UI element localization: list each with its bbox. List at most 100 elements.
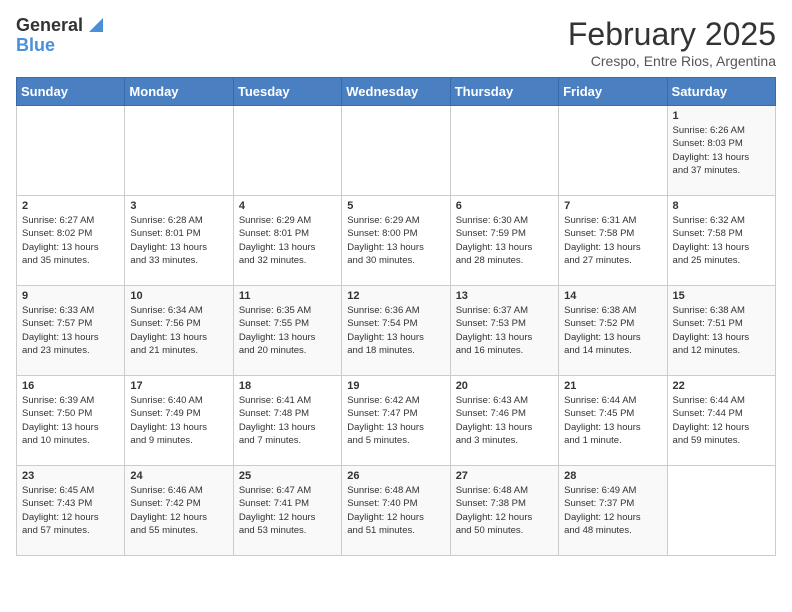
day-number: 9 xyxy=(22,290,119,302)
day-number: 27 xyxy=(456,470,553,482)
header-wednesday: Wednesday xyxy=(342,78,450,106)
day-info: Sunrise: 6:39 AM Sunset: 7:50 PM Dayligh… xyxy=(22,394,119,447)
calendar-subtitle: Crespo, Entre Rios, Argentina xyxy=(568,53,776,69)
day-number: 4 xyxy=(239,200,336,212)
header-sunday: Sunday xyxy=(17,78,125,106)
calendar-cell: 27 Sunrise: 6:48 AM Sunset: 7:38 PM Dayli… xyxy=(450,466,558,556)
day-number: 18 xyxy=(239,380,336,392)
calendar-cell: 17 Sunrise: 6:40 AM Sunset: 7:49 PM Dayli… xyxy=(125,376,233,466)
day-number: 17 xyxy=(130,380,227,392)
day-info: Sunrise: 6:38 AM Sunset: 7:51 PM Dayligh… xyxy=(673,304,770,357)
day-number: 11 xyxy=(239,290,336,302)
calendar-cell xyxy=(342,106,450,196)
day-info: Sunrise: 6:46 AM Sunset: 7:42 PM Dayligh… xyxy=(130,484,227,537)
day-info: Sunrise: 6:34 AM Sunset: 7:56 PM Dayligh… xyxy=(130,304,227,357)
calendar-header-row: SundayMondayTuesdayWednesdayThursdayFrid… xyxy=(17,78,776,106)
day-number: 28 xyxy=(564,470,661,482)
day-info: Sunrise: 6:36 AM Sunset: 7:54 PM Dayligh… xyxy=(347,304,444,357)
calendar-cell: 11Sunrise: 6:35 AM Sunset: 7:55 PM Dayli… xyxy=(233,286,341,376)
calendar-cell xyxy=(450,106,558,196)
header-tuesday: Tuesday xyxy=(233,78,341,106)
calendar-cell: 25Sunrise: 6:47 AM Sunset: 7:41 PM Dayli… xyxy=(233,466,341,556)
header-thursday: Thursday xyxy=(450,78,558,106)
calendar-cell: 8 Sunrise: 6:32 AM Sunset: 7:58 PM Daylig… xyxy=(667,196,775,286)
day-info: Sunrise: 6:33 AM Sunset: 7:57 PM Dayligh… xyxy=(22,304,119,357)
day-number: 24 xyxy=(130,470,227,482)
calendar-cell: 21 Sunrise: 6:44 AM Sunset: 7:45 PM Dayli… xyxy=(559,376,667,466)
calendar-cell xyxy=(233,106,341,196)
day-number: 26 xyxy=(347,470,444,482)
header-saturday: Saturday xyxy=(667,78,775,106)
day-info: Sunrise: 6:40 AM Sunset: 7:49 PM Dayligh… xyxy=(130,394,227,447)
logo-triangle-icon xyxy=(85,14,107,36)
day-info: Sunrise: 6:44 AM Sunset: 7:44 PM Dayligh… xyxy=(673,394,770,447)
day-number: 8 xyxy=(673,200,770,212)
calendar-week-row: 2 Sunrise: 6:27 AM Sunset: 8:02 PM Daylig… xyxy=(17,196,776,286)
day-info: Sunrise: 6:48 AM Sunset: 7:38 PM Dayligh… xyxy=(456,484,553,537)
logo-text-line1: General xyxy=(16,16,83,36)
day-info: Sunrise: 6:29 AM Sunset: 8:01 PM Dayligh… xyxy=(239,214,336,267)
logo-text-line2: Blue xyxy=(16,35,55,55)
calendar-cell: 26 Sunrise: 6:48 AM Sunset: 7:40 PM Dayli… xyxy=(342,466,450,556)
day-number: 16 xyxy=(22,380,119,392)
day-number: 15 xyxy=(673,290,770,302)
calendar-cell: 24 Sunrise: 6:46 AM Sunset: 7:42 PM Dayli… xyxy=(125,466,233,556)
day-number: 2 xyxy=(22,200,119,212)
day-info: Sunrise: 6:32 AM Sunset: 7:58 PM Dayligh… xyxy=(673,214,770,267)
calendar-week-row: 16 Sunrise: 6:39 AM Sunset: 7:50 PM Dayli… xyxy=(17,376,776,466)
calendar-cell: 12 Sunrise: 6:36 AM Sunset: 7:54 PM Dayli… xyxy=(342,286,450,376)
day-info: Sunrise: 6:38 AM Sunset: 7:52 PM Dayligh… xyxy=(564,304,661,357)
day-number: 7 xyxy=(564,200,661,212)
day-number: 23 xyxy=(22,470,119,482)
day-info: Sunrise: 6:48 AM Sunset: 7:40 PM Dayligh… xyxy=(347,484,444,537)
day-number: 20 xyxy=(456,380,553,392)
calendar-table: SundayMondayTuesdayWednesdayThursdayFrid… xyxy=(16,77,776,556)
day-info: Sunrise: 6:29 AM Sunset: 8:00 PM Dayligh… xyxy=(347,214,444,267)
day-number: 19 xyxy=(347,380,444,392)
calendar-cell: 6 Sunrise: 6:30 AM Sunset: 7:59 PM Daylig… xyxy=(450,196,558,286)
day-info: Sunrise: 6:43 AM Sunset: 7:46 PM Dayligh… xyxy=(456,394,553,447)
day-info: Sunrise: 6:37 AM Sunset: 7:53 PM Dayligh… xyxy=(456,304,553,357)
day-info: Sunrise: 6:31 AM Sunset: 7:58 PM Dayligh… xyxy=(564,214,661,267)
day-info: Sunrise: 6:28 AM Sunset: 8:01 PM Dayligh… xyxy=(130,214,227,267)
calendar-cell: 16 Sunrise: 6:39 AM Sunset: 7:50 PM Dayli… xyxy=(17,376,125,466)
calendar-cell xyxy=(17,106,125,196)
logo: General Blue xyxy=(16,16,107,56)
day-info: Sunrise: 6:49 AM Sunset: 7:37 PM Dayligh… xyxy=(564,484,661,537)
calendar-cell xyxy=(559,106,667,196)
calendar-cell xyxy=(125,106,233,196)
calendar-cell: 5Sunrise: 6:29 AM Sunset: 8:00 PM Daylig… xyxy=(342,196,450,286)
calendar-cell: 7 Sunrise: 6:31 AM Sunset: 7:58 PM Daylig… xyxy=(559,196,667,286)
title-block: February 2025 Crespo, Entre Rios, Argent… xyxy=(568,16,776,69)
calendar-week-row: 9 Sunrise: 6:33 AM Sunset: 7:57 PM Daylig… xyxy=(17,286,776,376)
calendar-cell: 15 Sunrise: 6:38 AM Sunset: 7:51 PM Dayli… xyxy=(667,286,775,376)
day-number: 14 xyxy=(564,290,661,302)
day-number: 13 xyxy=(456,290,553,302)
calendar-cell: 9 Sunrise: 6:33 AM Sunset: 7:57 PM Daylig… xyxy=(17,286,125,376)
calendar-cell: 28 Sunrise: 6:49 AM Sunset: 7:37 PM Dayli… xyxy=(559,466,667,556)
calendar-cell: 22Sunrise: 6:44 AM Sunset: 7:44 PM Dayli… xyxy=(667,376,775,466)
day-number: 25 xyxy=(239,470,336,482)
calendar-cell: 19 Sunrise: 6:42 AM Sunset: 7:47 PM Dayli… xyxy=(342,376,450,466)
day-number: 21 xyxy=(564,380,661,392)
calendar-cell: 18 Sunrise: 6:41 AM Sunset: 7:48 PM Dayli… xyxy=(233,376,341,466)
day-info: Sunrise: 6:42 AM Sunset: 7:47 PM Dayligh… xyxy=(347,394,444,447)
calendar-title: February 2025 xyxy=(568,16,776,53)
calendar-cell: 4 Sunrise: 6:29 AM Sunset: 8:01 PM Daylig… xyxy=(233,196,341,286)
day-number: 6 xyxy=(456,200,553,212)
calendar-cell: 1Sunrise: 6:26 AM Sunset: 8:03 PM Daylig… xyxy=(667,106,775,196)
day-number: 3 xyxy=(130,200,227,212)
day-info: Sunrise: 6:30 AM Sunset: 7:59 PM Dayligh… xyxy=(456,214,553,267)
calendar-cell: 14 Sunrise: 6:38 AM Sunset: 7:52 PM Dayli… xyxy=(559,286,667,376)
day-info: Sunrise: 6:41 AM Sunset: 7:48 PM Dayligh… xyxy=(239,394,336,447)
calendar-week-row: 23Sunrise: 6:45 AM Sunset: 7:43 PM Dayli… xyxy=(17,466,776,556)
calendar-cell: 13 Sunrise: 6:37 AM Sunset: 7:53 PM Dayli… xyxy=(450,286,558,376)
day-number: 12 xyxy=(347,290,444,302)
calendar-week-row: 1Sunrise: 6:26 AM Sunset: 8:03 PM Daylig… xyxy=(17,106,776,196)
calendar-cell xyxy=(667,466,775,556)
calendar-cell: 23Sunrise: 6:45 AM Sunset: 7:43 PM Dayli… xyxy=(17,466,125,556)
day-info: Sunrise: 6:44 AM Sunset: 7:45 PM Dayligh… xyxy=(564,394,661,447)
header-monday: Monday xyxy=(125,78,233,106)
day-info: Sunrise: 6:27 AM Sunset: 8:02 PM Dayligh… xyxy=(22,214,119,267)
calendar-cell: 20 Sunrise: 6:43 AM Sunset: 7:46 PM Dayli… xyxy=(450,376,558,466)
